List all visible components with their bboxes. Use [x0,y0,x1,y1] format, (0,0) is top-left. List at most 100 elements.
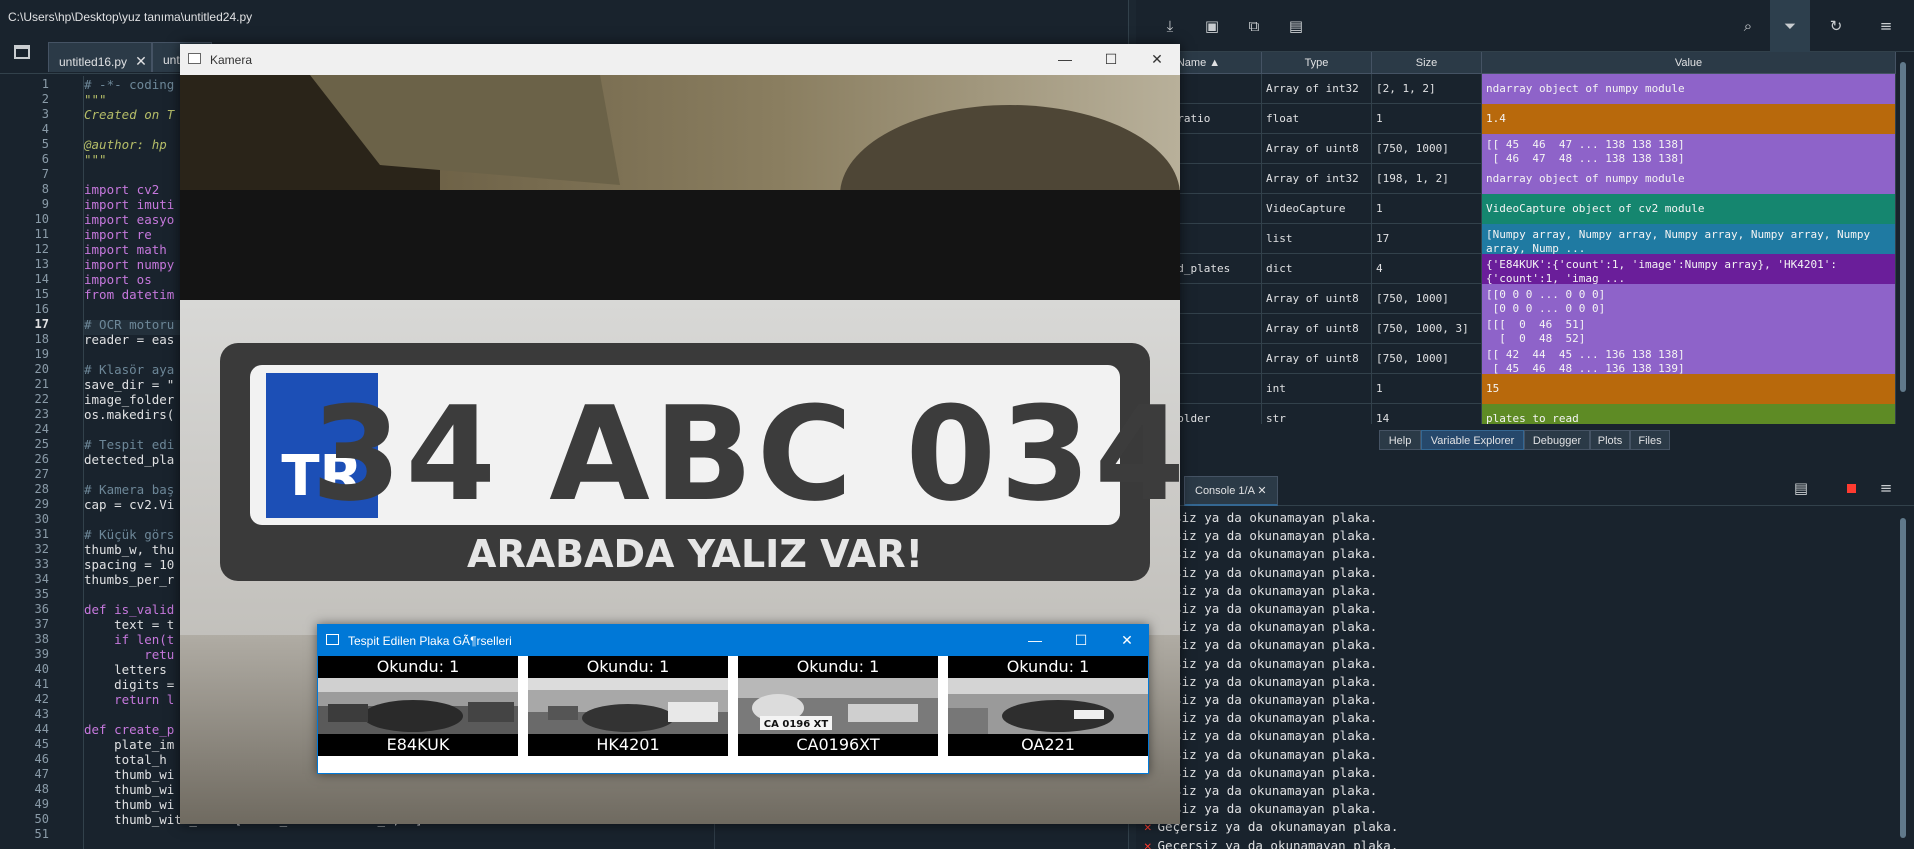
variable-value: 1.4 [1482,104,1896,134]
column-value[interactable]: Value [1482,52,1896,74]
variable-row[interactable]: Array of uint8 [750, 1000] [[0 0 0 ... 0 0… [1136,284,1896,314]
filter-icon[interactable]: ⏷ [1770,0,1810,52]
variable-row[interactable]: ted_plates dict 4 {'E84KUK':{'count':1, 'im… [1136,254,1896,284]
plate-thumbnail: Okundu: 1 E84KUK [318,656,518,756]
camera-window-title-bar[interactable]: Kamera — ☐ ✕ [180,44,1180,75]
code-line: digits = [84,677,175,692]
variable-row[interactable]: Array of uint8 [750, 1000][[ 45 46 47 ...… [1136,134,1896,164]
tab-plots[interactable]: Plots [1590,430,1630,450]
console-output[interactable]: eçersiz ya da okunamayan plaka. eçersiz y… [1136,508,1906,849]
line-number: 27 [34,467,49,481]
variable-value: {'E84KUK':{'count':1, 'image':Numpy arra… [1482,254,1896,284]
variable-row[interactable]: t_ratio float 1 1.4 [1136,104,1896,134]
variable-row[interactable]: list 17 [Numpy array, Numpy array, Numpy a… [1136,224,1896,254]
line-number: 10 [34,212,49,226]
variable-size: 1 [1372,104,1482,134]
code-line: save_dir = " [84,377,175,392]
editor-tab-label: untitled16.py [59,55,128,69]
tab-help[interactable]: Help [1379,430,1421,450]
variable-explorer-toolbar: ⤓ ▣ ⧉ ▤ ⌕ ⏷ ↻ ≡ [1136,0,1914,52]
read-count: Okundu: 1 [796,657,880,676]
save-data-icon[interactable]: ▣ [1202,16,1222,36]
code-line: """ [84,152,107,167]
browse-tabs-icon[interactable] [14,45,30,59]
variable-row[interactable]: int 1 15 [1136,374,1896,404]
editor-tab-untitled16[interactable]: untitled16.py ✕ [48,42,152,72]
plate-label: OA221 [1021,735,1075,754]
code-line: # Kamera baş [84,482,175,497]
plate-thumbnail: Okundu: 1 OA221 [948,656,1148,756]
close-icon[interactable]: ✕ [135,53,147,69]
line-number: 8 [41,182,49,196]
options-menu-icon[interactable]: ≡ [1876,16,1896,36]
line-number: 40 [34,662,49,676]
code-line: def create_p [84,722,175,737]
line-number: 4 [41,122,49,136]
variable-row[interactable]: VideoCapture 1 VideoCapture object of cv2 … [1136,194,1896,224]
variable-value: plates_to_read [1482,404,1896,424]
search-icon[interactable]: ⌕ [1738,16,1758,36]
maximize-icon[interactable]: ☐ [1058,625,1104,656]
console-scrollbar[interactable] [1898,508,1908,849]
line-number: 1 [41,77,49,91]
sort-up-icon: ▲ [1209,57,1221,69]
code-line: image_folder [84,392,175,407]
minimize-icon[interactable]: — [1012,625,1058,656]
plates-window[interactable]: Tespit Edilen Plaka GÃ¶rselleri — ☐ ✕ Ok… [317,624,1149,774]
code-line: total_h [84,752,175,767]
code-line: import math [84,242,167,257]
tab-console[interactable]: Console 1/A ✕ [1184,476,1278,506]
variable-row[interactable]: Array of uint8 [750, 1000][[ 42 44 45 ...… [1136,344,1896,374]
line-number: 39 [34,647,49,661]
close-icon[interactable]: ✕ [1104,625,1150,656]
code-line: reader = eas [84,332,175,347]
variable-size: 1 [1372,374,1482,404]
save-as-icon[interactable]: ⧉ [1244,16,1264,36]
plate-photo: CA 0196 XT [738,678,938,734]
code-line: spacing = 10 [84,557,175,572]
variable-row[interactable]: Array of uint8 [750, 1000, 3][[[ 0 46 51]… [1136,314,1896,344]
maximize-icon[interactable]: ☐ [1088,44,1134,75]
variable-row[interactable]: _folder str 14 plates_to_read [1136,404,1896,424]
stop-icon[interactable] [1847,484,1856,493]
tab-variable-explorer[interactable]: Variable Explorer [1421,430,1524,450]
line-number: 16 [34,302,49,316]
console-line: ✕ Geçersiz ya da okunamayan plaka. [1144,838,1398,849]
plates-window-title-bar[interactable]: Tespit Edilen Plaka GÃ¶rselleri — ☐ ✕ [318,625,1148,656]
line-number: 25 [34,437,49,451]
tab-debugger[interactable]: Debugger [1524,430,1590,450]
variable-row[interactable]: Array of int32 [198, 1, 2] ndarray object … [1136,164,1896,194]
copy-icon[interactable]: ▤ [1791,478,1811,498]
code-line: thumb_wi [84,797,175,812]
code-line: import re [84,227,152,242]
variable-value: [[ 42 44 45 ... 136 138 138] [ 45 46 48 … [1482,344,1896,374]
line-number: 35 [34,587,49,601]
delete-icon[interactable]: ▤ [1286,16,1306,36]
close-icon[interactable]: ✕ [1134,44,1180,75]
code-line: from datetim [84,287,175,302]
console-options-icon[interactable]: ≡ [1876,478,1896,498]
minimize-icon[interactable]: — [1042,44,1088,75]
variable-table-scrollbar[interactable] [1898,52,1908,424]
import-data-icon[interactable]: ⤓ [1160,16,1180,36]
error-icon: ✕ [1144,837,1152,849]
column-size[interactable]: Size [1372,52,1482,74]
line-number: 36 [34,602,49,616]
code-line: import easyo [84,212,175,227]
variable-row[interactable]: xArray of int32[2, 1, 2]ndarray object o… [1136,74,1896,104]
read-count: Okundu: 1 [1006,657,1090,676]
column-type[interactable]: Type [1262,52,1372,74]
tab-files[interactable]: Files [1630,430,1670,450]
variable-value: [Numpy array, Numpy array, Numpy array, … [1482,224,1896,254]
code-line: import numpy [84,257,175,272]
code-line: # OCR motoru [84,317,175,332]
plate-photo [318,678,518,734]
line-number: 14 [34,272,49,286]
close-icon[interactable]: ✕ [1257,485,1266,497]
refresh-icon[interactable]: ↻ [1826,16,1846,36]
variable-size: 4 [1372,254,1482,284]
variable-type: Array of uint8 [1262,344,1372,374]
code-line: thumb_wi [84,782,175,797]
variable-type: VideoCapture [1262,194,1372,224]
variable-type: Array of int32 [1262,74,1372,104]
